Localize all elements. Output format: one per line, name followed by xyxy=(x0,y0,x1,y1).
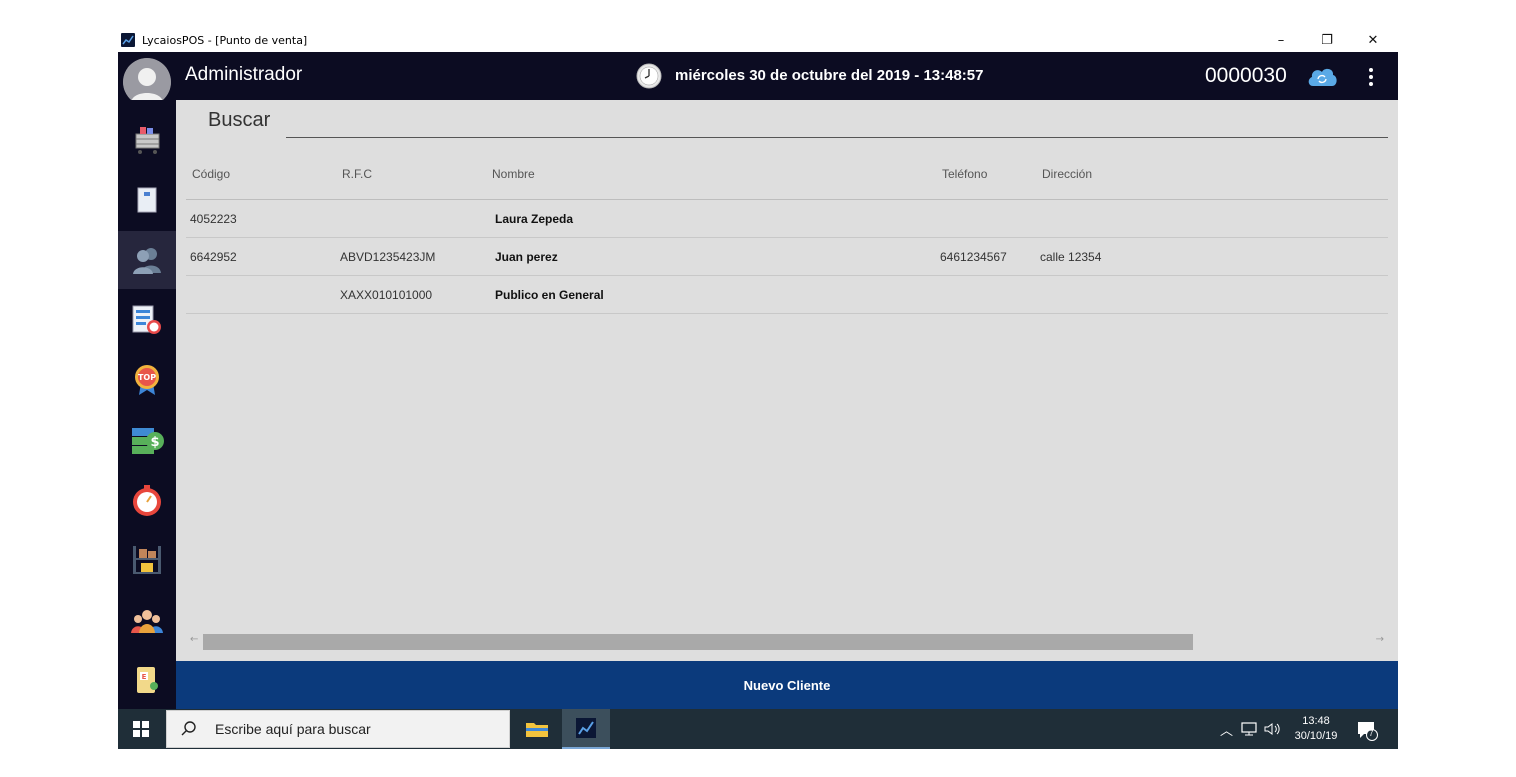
scroll-right-icon[interactable]: → xyxy=(1376,634,1384,645)
notification-count: 7 xyxy=(1369,729,1374,738)
user-avatar[interactable] xyxy=(123,58,171,106)
windows-taskbar: Escribe aquí para buscar ︿ 13:48 30/10/1… xyxy=(118,709,1398,749)
taskbar-file-explorer[interactable] xyxy=(513,709,561,749)
notification-icon xyxy=(1358,722,1378,741)
stopwatch-icon xyxy=(133,485,161,516)
current-datetime: miércoles 30 de octubre del 2019 - 13:48… xyxy=(675,67,984,84)
cell-nombre: Laura Zepeda xyxy=(495,212,574,226)
svg-text:TOP: TOP xyxy=(138,373,156,382)
window-title: LycaiosPOS - [Punto de venta] xyxy=(142,34,308,47)
windows-logo-icon xyxy=(133,721,149,737)
sidebar-item-documents[interactable]: E xyxy=(118,651,176,709)
ticket-number: 0000030 xyxy=(1205,64,1287,87)
sidebar: TOP $ E xyxy=(118,100,176,709)
inventory-shelf-icon xyxy=(133,546,161,574)
lycaiospos-app-icon xyxy=(576,718,596,738)
reports-clock-icon xyxy=(132,305,161,334)
sidebar-item-notes[interactable] xyxy=(118,171,176,229)
cell-direccion: calle 12354 xyxy=(1040,250,1102,264)
taskbar-time: 13:48 xyxy=(1302,715,1330,727)
start-button[interactable] xyxy=(118,709,164,749)
table-row[interactable]: 6642952 ABVD1235423JM Juan perez 6461234… xyxy=(186,238,1388,276)
new-client-button[interactable]: Nuevo Cliente xyxy=(176,661,1398,709)
volume-icon[interactable] xyxy=(1263,721,1283,737)
notifications-button[interactable]: 7 xyxy=(1356,719,1378,741)
cart-icon xyxy=(135,127,160,154)
minimize-button[interactable]: – xyxy=(1258,28,1304,52)
customers-icon xyxy=(133,248,161,274)
cell-nombre: Publico en General xyxy=(495,288,604,302)
document-icon: E xyxy=(137,667,158,693)
column-header-direccion[interactable]: Dirección xyxy=(1042,167,1092,181)
search-icon xyxy=(181,721,196,736)
taskbar-clock[interactable]: 13:48 30/10/19 xyxy=(1286,714,1346,744)
svg-text:E: E xyxy=(142,673,147,681)
search-label: Buscar xyxy=(208,109,271,131)
table-row[interactable]: XAXX010101000 Publico en General xyxy=(186,276,1388,314)
app-logo-icon xyxy=(121,33,135,47)
sidebar-item-timer[interactable] xyxy=(118,471,176,529)
cell-rfc: ABVD1235423JM xyxy=(340,250,436,264)
chevron-up-icon[interactable]: ︿ xyxy=(1220,720,1233,739)
svg-text:$: $ xyxy=(150,435,159,450)
taskbar-search[interactable]: Escribe aquí para buscar xyxy=(166,710,510,748)
taskbar-lycaiospos[interactable] xyxy=(562,709,610,749)
table-row[interactable]: 4052223 Laura Zepeda xyxy=(186,200,1388,238)
window-titlebar: LycaiosPOS - [Punto de venta] – ❐ ✕ xyxy=(118,28,1398,52)
sidebar-item-inventory[interactable] xyxy=(118,531,176,589)
folder-icon xyxy=(526,723,548,737)
taskbar-search-placeholder: Escribe aquí para buscar xyxy=(215,721,371,737)
cell-codigo: 4052223 xyxy=(190,212,237,226)
scrollbar-thumb[interactable] xyxy=(203,634,1193,650)
cell-nombre: Juan perez xyxy=(495,250,558,264)
sidebar-item-customers[interactable] xyxy=(118,231,176,289)
top-badge-icon: TOP xyxy=(135,365,159,395)
close-button[interactable]: ✕ xyxy=(1350,28,1396,52)
column-header-codigo[interactable]: Código xyxy=(192,167,230,181)
sidebar-item-reports[interactable] xyxy=(118,291,176,349)
top-bar: Administrador miércoles 30 de octubre de… xyxy=(118,52,1398,106)
network-icon[interactable] xyxy=(1239,721,1261,737)
users-group-icon xyxy=(131,610,163,633)
user-name: Administrador xyxy=(185,64,303,85)
cell-codigo: 6642952 xyxy=(190,250,237,264)
clock-icon xyxy=(636,63,662,89)
scroll-left-icon[interactable]: ← xyxy=(190,634,198,645)
notebook-icon xyxy=(137,187,157,213)
horizontal-scrollbar[interactable]: ← → xyxy=(186,630,1388,652)
cell-telefono: 6461234567 xyxy=(940,250,1007,264)
column-header-rfc[interactable]: R.F.C xyxy=(342,167,372,181)
table-header: Código R.F.C Nombre Teléfono Dirección xyxy=(186,160,1388,200)
search-input[interactable] xyxy=(286,108,1388,138)
column-header-nombre[interactable]: Nombre xyxy=(492,167,535,181)
sidebar-item-users[interactable] xyxy=(118,591,176,649)
taskbar-date: 30/10/19 xyxy=(1294,730,1338,742)
sidebar-item-sales[interactable] xyxy=(118,111,176,169)
cell-rfc: XAXX010101000 xyxy=(340,288,433,302)
restore-button[interactable]: ❐ xyxy=(1304,28,1350,52)
customers-table: Código R.F.C Nombre Teléfono Dirección 4… xyxy=(186,160,1388,314)
sidebar-item-cash[interactable]: $ xyxy=(118,411,176,469)
sidebar-item-top[interactable]: TOP xyxy=(118,351,176,409)
customers-panel: Buscar Código R.F.C Nombre Teléfono Dire… xyxy=(176,100,1398,661)
column-header-telefono[interactable]: Teléfono xyxy=(942,167,987,181)
money-icon: $ xyxy=(132,428,164,454)
cloud-sync-icon[interactable] xyxy=(1305,64,1339,90)
more-menu-icon[interactable] xyxy=(1361,66,1381,88)
app-window: LycaiosPOS - [Punto de venta] – ❐ ✕ Admi… xyxy=(118,28,1398,749)
system-tray: ︿ xyxy=(1218,709,1283,749)
